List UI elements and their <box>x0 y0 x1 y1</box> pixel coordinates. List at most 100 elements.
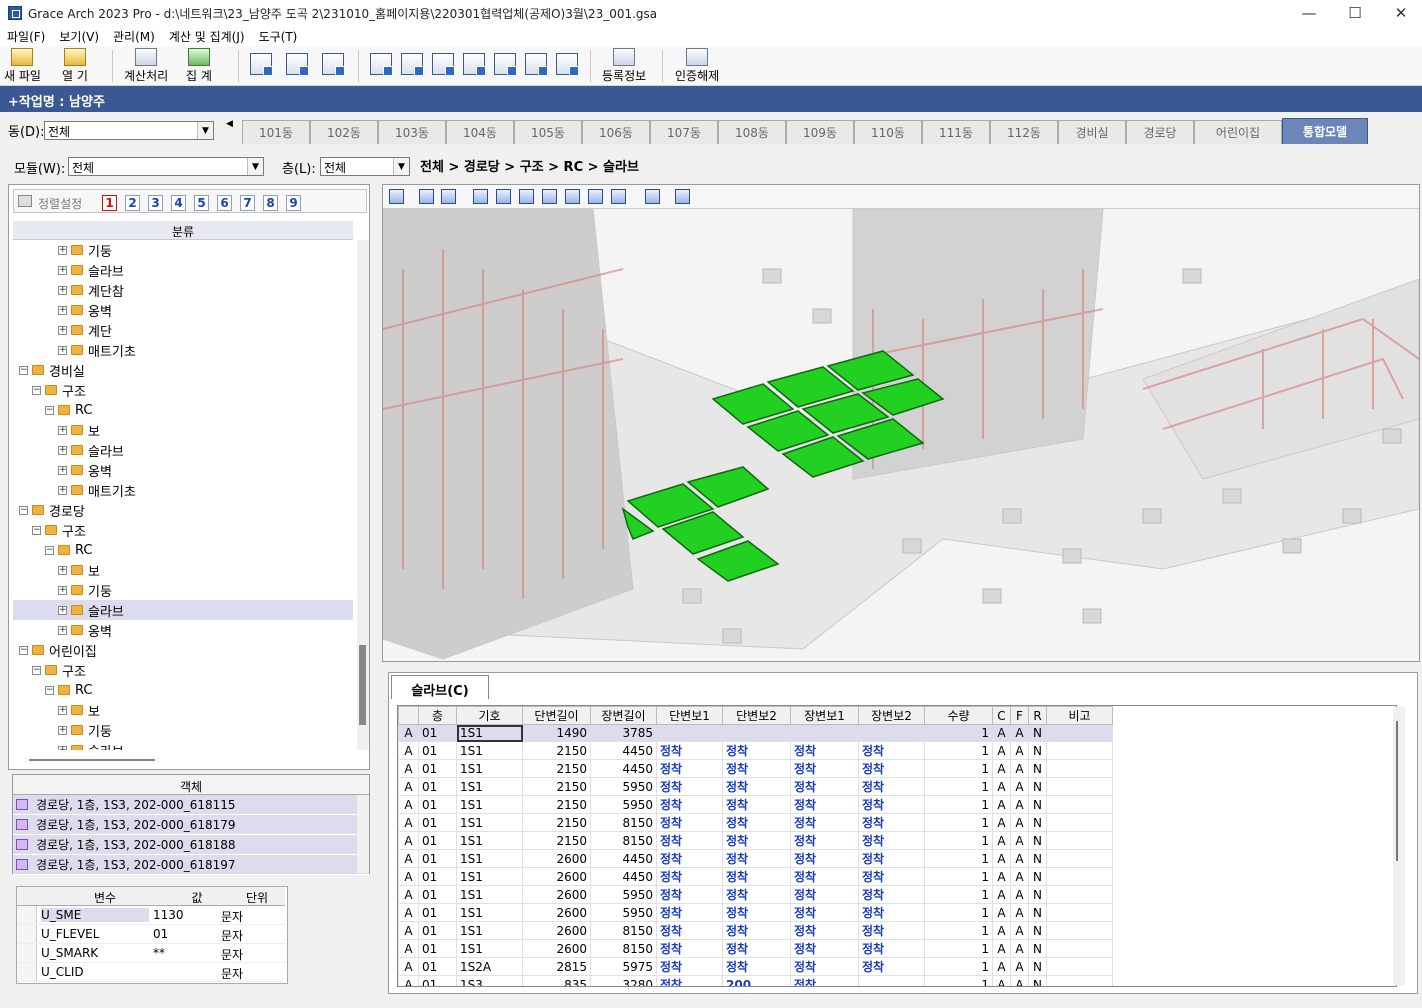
expand-toggle-icon[interactable]: + <box>58 465 67 475</box>
table-cell[interactable] <box>1046 885 1113 904</box>
cube-iso2-icon[interactable] <box>611 189 626 204</box>
tree-node[interactable]: + 계단참 <box>13 280 353 300</box>
variable-row[interactable]: U_SMARK ** 문자 <box>17 944 285 963</box>
beam-icon[interactable] <box>432 53 455 76</box>
table-cell[interactable] <box>1046 975 1113 986</box>
table-cell[interactable]: A <box>1010 849 1029 868</box>
tree-hscroll-thumb[interactable] <box>29 759 155 761</box>
tree-node[interactable]: − 구조 <box>13 380 353 400</box>
table-cell[interactable]: 8150 <box>590 939 657 958</box>
tab-0[interactable]: 101동 <box>242 120 310 144</box>
table-cell[interactable]: 5975 <box>590 957 657 976</box>
table-cell[interactable]: 01 <box>418 921 457 940</box>
expand-toggle-icon[interactable]: − <box>32 385 41 395</box>
table-row[interactable]: A 01 1S1 2600 5950 정착 정착 정착 정착 1 A A N <box>398 903 1113 922</box>
table-cell[interactable]: 정착 <box>722 903 791 922</box>
tree-node[interactable]: + 보 <box>13 420 353 440</box>
table-row[interactable]: A 01 1S3 835 3280 정착 200 정착 1 A A N <box>398 975 1113 986</box>
table-cell[interactable]: 정착 <box>790 975 859 986</box>
preview-icon[interactable] <box>250 53 273 76</box>
table-cell[interactable]: 정착 <box>722 939 791 958</box>
table-row[interactable]: A 01 1S1 2600 8150 정착 정착 정착 정착 1 A A N <box>398 921 1113 940</box>
tree-node[interactable]: − 경비실 <box>13 360 353 380</box>
table-cell[interactable]: 정착 <box>858 795 925 814</box>
table-cell[interactable]: 정착 <box>656 849 723 868</box>
grid-scrollbar[interactable] <box>1393 707 1405 985</box>
table-cell[interactable]: 1S1 <box>456 777 523 796</box>
table-cell[interactable]: 01 <box>418 777 457 796</box>
table-cell[interactable] <box>1046 724 1113 742</box>
table-cell[interactable]: 1 <box>924 975 993 986</box>
table-cell[interactable]: A <box>398 759 419 778</box>
table-cell[interactable]: 정착 <box>722 795 791 814</box>
table-cell[interactable]: N <box>1028 724 1047 742</box>
table-cell[interactable]: A <box>398 903 419 922</box>
layer-icon[interactable] <box>389 189 404 204</box>
table-row[interactable]: A 01 1S1 2600 8150 정착 정착 정착 정착 1 A A N <box>398 939 1113 958</box>
table-cell[interactable] <box>858 724 925 742</box>
tab-slab[interactable]: 슬라브(C) <box>391 675 489 699</box>
table-cell[interactable]: 정착 <box>790 867 859 886</box>
table-cell[interactable]: 1S1 <box>456 724 523 742</box>
tab-1[interactable]: 102동 <box>310 120 378 144</box>
tree-node[interactable]: + 기둥 <box>13 720 353 740</box>
expand-toggle-icon[interactable]: + <box>58 485 67 495</box>
tab-10[interactable]: 111동 <box>922 120 990 144</box>
table-cell[interactable]: 01 <box>418 831 457 850</box>
expand-toggle-icon[interactable]: + <box>58 705 67 715</box>
surface-icon[interactable] <box>675 189 690 204</box>
tab-15[interactable]: 통합모델 <box>1282 118 1368 144</box>
expand-toggle-icon[interactable]: + <box>58 745 67 750</box>
object-item[interactable]: 경로당, 1층, 1S3, 202-000_618115 <box>13 795 369 815</box>
table-cell[interactable]: 정착 <box>656 975 723 986</box>
table-cell[interactable]: 01 <box>418 957 457 976</box>
open-button[interactable]: 열 기 <box>62 48 88 84</box>
var-value[interactable]: 01 <box>153 927 168 941</box>
sort-level-2-button[interactable]: 2 <box>125 195 140 211</box>
expand-toggle-icon[interactable]: + <box>58 725 67 735</box>
table-cell[interactable]: 1 <box>924 867 993 886</box>
table-cell[interactable]: 4450 <box>590 741 657 760</box>
table-cell[interactable]: N <box>1028 939 1047 958</box>
column-header[interactable] <box>398 706 419 725</box>
unlock-button[interactable]: 인증해제 <box>675 48 719 84</box>
table-cell[interactable]: 1 <box>924 885 993 904</box>
table-cell[interactable]: A <box>992 724 1011 742</box>
table-cell[interactable]: N <box>1028 813 1047 832</box>
column-header[interactable]: 기호 <box>456 706 523 725</box>
tree-node[interactable]: + 계단 <box>13 320 353 340</box>
table-cell[interactable]: 1S1 <box>456 795 523 814</box>
menu-view[interactable]: 보기(V) <box>52 28 106 45</box>
table-cell[interactable]: 01 <box>418 759 457 778</box>
table-cell[interactable]: 정착 <box>790 921 859 940</box>
table-cell[interactable]: A <box>398 867 419 886</box>
expand-toggle-icon[interactable]: − <box>19 505 28 515</box>
expand-toggle-icon[interactable]: − <box>45 545 54 555</box>
table-cell[interactable]: 5950 <box>590 795 657 814</box>
tab-6[interactable]: 107동 <box>650 120 718 144</box>
tree-node[interactable]: − 구조 <box>13 660 353 680</box>
table-cell[interactable]: 8150 <box>590 831 657 850</box>
table-cell[interactable]: 2150 <box>522 741 591 760</box>
table-cell[interactable]: A <box>398 939 419 958</box>
table-cell[interactable]: 1 <box>924 813 993 832</box>
table-cell[interactable] <box>1046 903 1113 922</box>
column-header[interactable]: 수량 <box>924 706 993 725</box>
table-cell[interactable]: 정착 <box>722 885 791 904</box>
table-cell[interactable]: 정착 <box>722 777 791 796</box>
table-cell[interactable] <box>1046 867 1113 886</box>
table-cell[interactable]: 01 <box>418 867 457 886</box>
table-cell[interactable]: 1 <box>924 921 993 940</box>
tab-13[interactable]: 경로당 <box>1126 120 1194 144</box>
table-cell[interactable]: N <box>1028 849 1047 868</box>
table-cell[interactable]: 5950 <box>590 903 657 922</box>
table-cell[interactable]: 정착 <box>722 759 791 778</box>
table-cell[interactable]: 01 <box>418 903 457 922</box>
table-cell[interactable]: 정착 <box>722 831 791 850</box>
table-cell[interactable]: 01 <box>418 741 457 760</box>
sort-settings-button[interactable]: 정렬설정 <box>38 195 82 212</box>
table-cell[interactable]: 1S1 <box>456 885 523 904</box>
table-cell[interactable] <box>790 724 859 742</box>
table-cell[interactable]: 1 <box>924 777 993 796</box>
column-header[interactable]: 단변길이 <box>522 706 591 725</box>
